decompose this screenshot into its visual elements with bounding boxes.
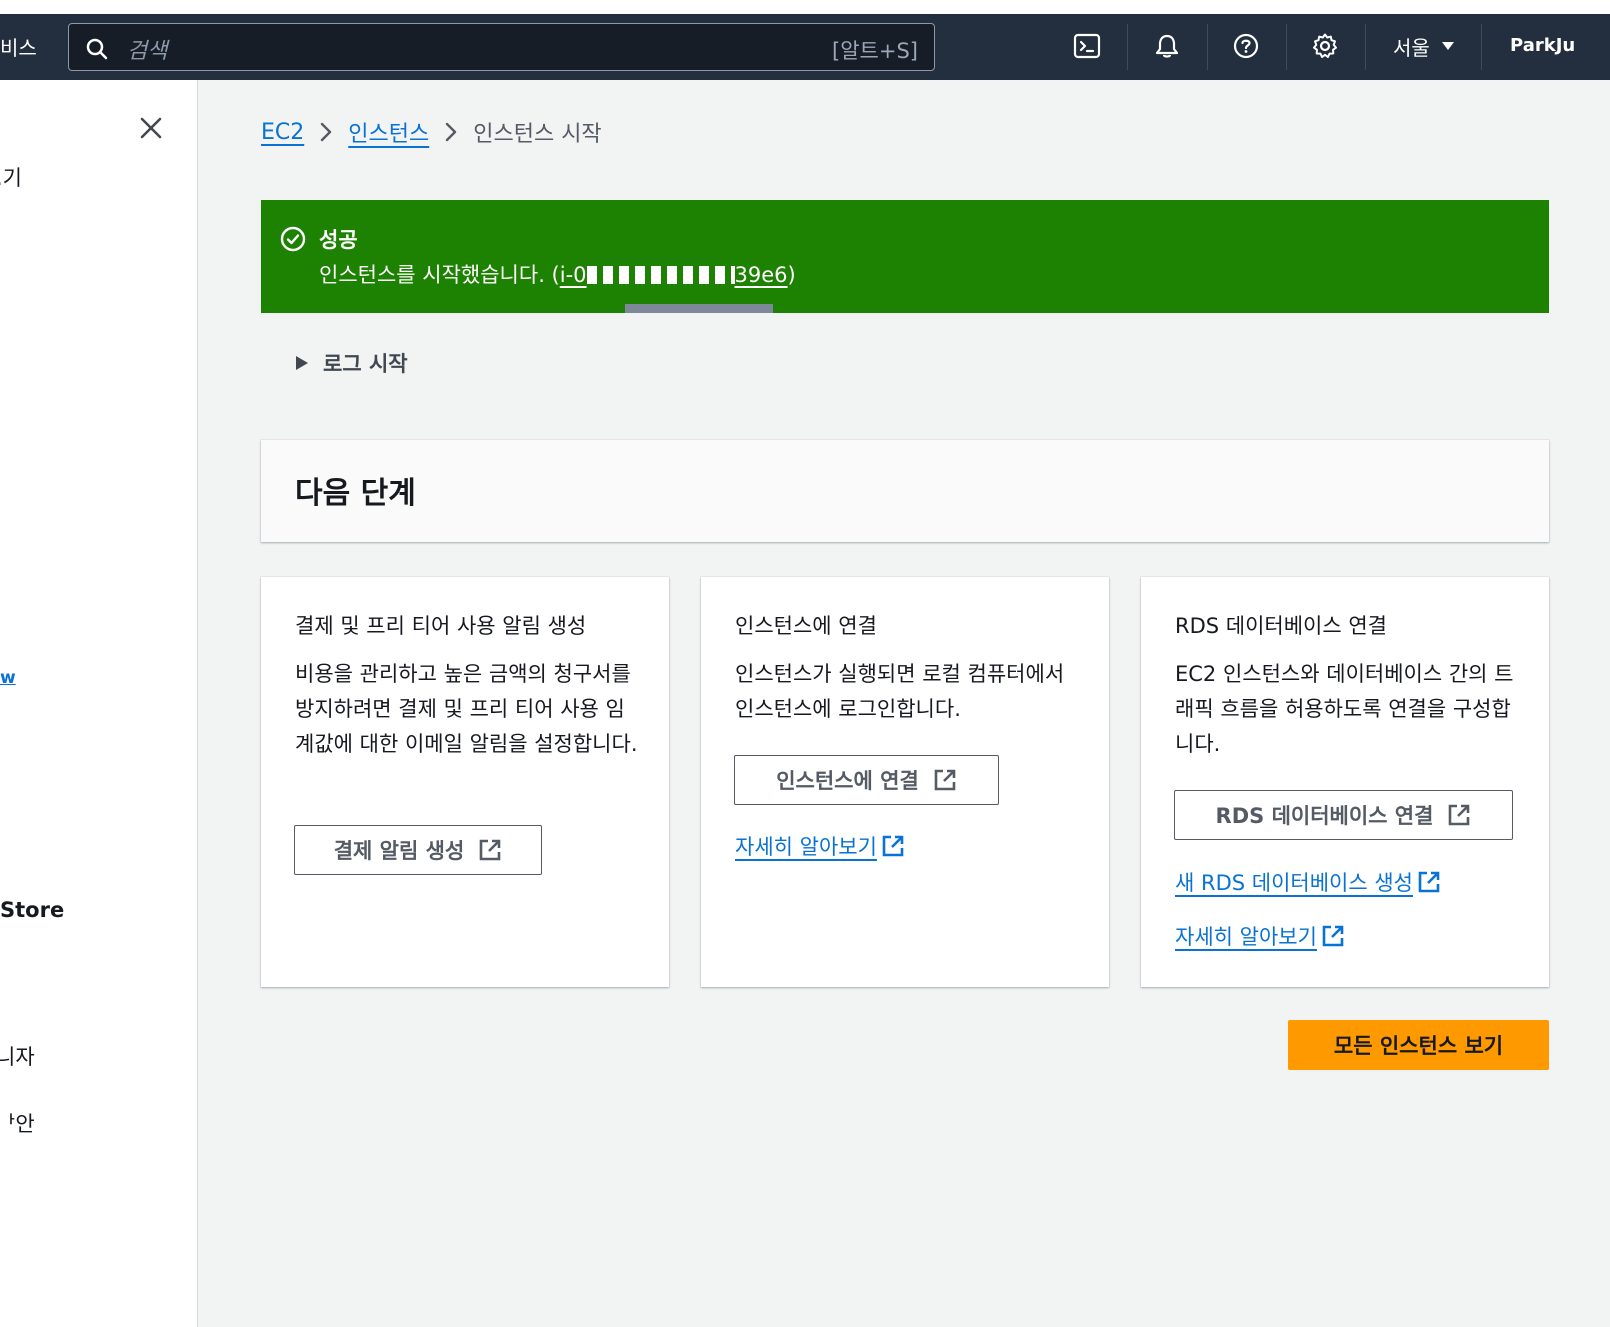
flash-message-text: 인스턴스를 시작했습니다. ( [319, 263, 560, 287]
gear-icon[interactable] [1308, 29, 1342, 63]
region-selector[interactable]: 서울 [1393, 32, 1430, 61]
caret-right-icon [296, 356, 308, 370]
sidebar: .기 w Store 니자 ᅡ안 [0, 80, 198, 1327]
redaction-bar [625, 304, 773, 313]
button-label: RDS 데이터베이스 연결 [1215, 804, 1434, 828]
card-description: 비용을 관리하고 높은 금액의 청구서를 방지하려면 결제 및 프리 티어 사용… [295, 662, 638, 756]
breadcrumb-current: 인스턴스 시작 [473, 122, 602, 147]
top-strip [0, 0, 1610, 14]
next-steps-title: 다음 단계 [295, 476, 416, 511]
search-icon [86, 38, 108, 60]
instance-id-end: 39e6 [734, 263, 788, 287]
success-flash: 성공 인스턴스를 시작했습니다. (i-0 39e6) [261, 200, 1549, 313]
flash-message-end: ) [787, 263, 796, 287]
breadcrumb-ec2[interactable]: EC2 [261, 120, 304, 145]
launch-log-expander[interactable]: 로그 시작 [295, 348, 408, 378]
card-title: 인스턴스에 연결 [735, 614, 877, 638]
external-link-icon [882, 835, 904, 857]
billing-alert-card: 결제 및 프리 티어 사용 알림 생성 비용을 관리하고 높은 금액의 청구서를… [261, 577, 669, 987]
launch-log-label: 로그 시작 [323, 352, 408, 376]
learn-more-link[interactable]: 자세히 알아보기 [1175, 921, 1345, 951]
connect-instance-card: 인스턴스에 연결 인스턴스가 실행되면 로컬 컴퓨터에서 인스턴스에 로그인합니… [701, 577, 1109, 987]
top-navigation: 비스 검색 [알트+S] 서울 ParkJu [0, 14, 1610, 80]
instance-id-start: i-0 [559, 263, 587, 287]
sidebar-item[interactable]: ᅡ안 [0, 1108, 35, 1138]
external-link-icon [479, 839, 501, 861]
button-label: 결제 알림 생성 [333, 839, 465, 863]
check-circle-icon [280, 226, 306, 252]
link-label: 자세히 알아보기 [735, 835, 877, 859]
flash-title: 성공 [319, 228, 358, 252]
rds-connect-card: RDS 데이터베이스 연결 EC2 인스턴스와 데이터베이스 간의 트래픽 흐름… [1141, 577, 1549, 987]
card-title: 결제 및 프리 티어 사용 알림 생성 [295, 614, 587, 638]
card-title: RDS 데이터베이스 연결 [1175, 614, 1388, 638]
bell-icon[interactable] [1150, 29, 1184, 63]
card-description: 인스턴스가 실행되면 로컬 컴퓨터에서 인스턴스에 로그인합니다. [735, 662, 1065, 721]
search-input[interactable]: 검색 [알트+S] [68, 23, 935, 71]
next-steps-header: 다음 단계 [261, 440, 1549, 542]
connect-rds-button[interactable]: RDS 데이터베이스 연결 [1174, 790, 1513, 840]
learn-more-link[interactable]: 자세히 알아보기 [735, 831, 905, 861]
help-icon[interactable] [1229, 29, 1263, 63]
external-link-icon [1449, 804, 1470, 826]
create-billing-alert-button[interactable]: 결제 알림 생성 [294, 825, 542, 875]
connect-instance-button[interactable]: 인스턴스에 연결 [734, 755, 999, 805]
instance-id-link[interactable]: i-0 39e6 [560, 263, 788, 287]
nav-divider [1286, 24, 1287, 70]
close-icon[interactable] [139, 116, 163, 140]
caret-down-icon [1442, 42, 1454, 50]
sidebar-item-store[interactable]: Store [0, 898, 64, 922]
nav-divider [1365, 24, 1366, 70]
view-all-instances-button[interactable]: 모든 인스턴스 보기 [1288, 1020, 1549, 1070]
redacted-instance-id [586, 266, 735, 284]
sidebar-item[interactable]: .기 [0, 162, 22, 192]
external-link-icon [934, 769, 956, 791]
search-shortcut: [알트+S] [832, 39, 918, 63]
search-placeholder: 검색 [127, 39, 168, 64]
link-label: 자세히 알아보기 [1175, 925, 1317, 949]
chevron-right-icon [443, 120, 459, 144]
nav-divider [1127, 24, 1128, 70]
services-menu[interactable]: 비스 [0, 32, 37, 61]
create-rds-link[interactable]: 새 RDS 데이터베이스 생성 [1175, 867, 1441, 897]
nav-divider [1481, 24, 1482, 70]
cloudshell-icon[interactable] [1070, 29, 1104, 63]
link-label: 새 RDS 데이터베이스 생성 [1175, 871, 1413, 895]
external-link-icon [1418, 871, 1440, 893]
account-menu[interactable]: ParkJu [1510, 35, 1610, 56]
external-link-icon [1322, 925, 1344, 947]
card-description: EC2 인스턴스와 데이터베이스 간의 트래픽 흐름을 허용하도록 연결을 구성… [1175, 662, 1514, 756]
sidebar-item[interactable]: 니자 [0, 1041, 35, 1071]
chevron-right-icon [318, 120, 334, 144]
breadcrumb-instances[interactable]: 인스턴스 [348, 116, 429, 148]
flash-message: 인스턴스를 시작했습니다. (i-0 39e6) [319, 259, 796, 289]
breadcrumb: EC2 인스턴스 인스턴스 시작 [261, 116, 602, 148]
nav-divider [1207, 24, 1208, 70]
sidebar-item-link[interactable]: w [0, 668, 16, 688]
button-label: 인스턴스에 연결 [776, 769, 919, 793]
